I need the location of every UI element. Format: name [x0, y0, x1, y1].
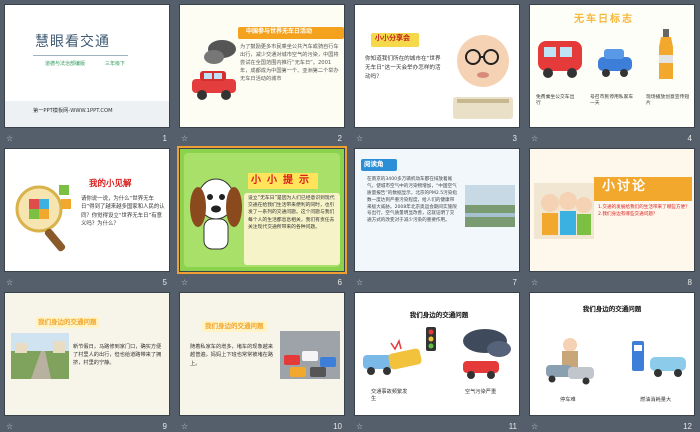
slide-5-header: 我的小见解 [89, 179, 132, 189]
slide-12-caption-2: 燃油消耗量大 [640, 397, 672, 403]
children-photo [534, 183, 594, 239]
traffic-jam-photo [280, 331, 340, 379]
slide-8-body: 1.交通的发展给我们的生活带来了哪些方便？2.我们身边有哪些交通问题？ [598, 205, 690, 217]
slide-5-canvas[interactable]: 我的小见解 请你说一说，为什么“世界无车日”得到了越来越多国家和人民的认同？你觉… [4, 148, 170, 272]
slide-7-body: 在南京的3400多万辆机动车都在排放着尾气，使城市空气中的污染物增加，“中国空气… [367, 177, 457, 224]
slide-thumbnail-3[interactable]: 小小分享会 你知道我们所在的城市在“世界无车日”这一天会举办怎样的活动吗？ ☆ … [350, 0, 525, 144]
slide-thumbnail-1[interactable]: 慧眼看交通 道德与法治部编版 三年级下 第一PPT模板网-WWW.1PPT.CO… [0, 0, 175, 144]
slide-6-body: 设立“无车日”是因为人们已经意识到现代交通在给我们生活带来便利的同时，也引发了一… [248, 196, 335, 230]
slide-7-canvas[interactable]: 阅读角 在南京的3400多万辆机动车都在排放着尾气，使城市空气中的污染物增加，“… [354, 148, 520, 272]
bus-illustration [538, 41, 582, 78]
slide-2-canvas[interactable]: 中国参与世界无车日活动 为了鼓励更多市民乘坐公共汽车或骑自行车出行，减少交通对城… [179, 4, 345, 128]
slide-12-star-icon: ☆ [531, 422, 539, 431]
slide-4-star-icon: ☆ [531, 134, 539, 143]
fuel-pump-car-illustration [632, 341, 686, 377]
slide-2-body: 为了鼓励更多市民乘坐公共汽车或骑自行车出行，减少交通对城市空气的污染，中国将尝试… [240, 44, 339, 83]
slide-1-title-underline [33, 55, 128, 56]
slide-1-star-icon: ☆ [6, 134, 14, 143]
slide-thumbnail-11[interactable]: 我们身边的交通问题 交通事故频繁发生 空气污染严重 ☆ 11 [350, 288, 525, 432]
village-road-photo [11, 333, 69, 379]
slide-thumbnail-4[interactable]: 无车日标志 免费乘坐公交车出行 号召市民停用私家车一天 现场播放创意宣传短片 ☆… [525, 0, 700, 144]
slide-8-header: 小讨论 [602, 179, 648, 194]
slide-1-canvas[interactable]: 慧眼看交通 道德与法治部编版 三年级下 第一PPT模板网-WWW.1PPT.CO… [4, 4, 170, 128]
slide-5-star-icon: ☆ [6, 278, 14, 287]
slide-3-number: 3 [512, 134, 517, 143]
slide-sorter-grid: 慧眼看交通 道德与法治部编版 三年级下 第一PPT模板网-WWW.1PPT.CO… [0, 0, 700, 431]
slide-thumbnail-7[interactable]: 阅读角 在南京的3400多万辆机动车都在排放着尾气，使城市空气中的污染物增加，“… [350, 144, 525, 288]
slide-9-number: 9 [162, 422, 167, 431]
slide-9-header: 我们身边的交通问题 [35, 317, 100, 328]
slide-12-canvas[interactable]: 我们身边的交通问题 停车难 燃油消耗量大 [529, 292, 695, 416]
slide-8-canvas[interactable]: 小讨论 1.交通的发展给我们的生活带来了哪些方便？2.我们身边有哪些交通问题？ [529, 148, 695, 272]
slide-12-title: 我们身边的交通问题 [582, 305, 642, 313]
slide-10-canvas[interactable]: 我们身边的交通问题 随着私家车的增多，堵车的现象越来越普遍，妈妈上下班也常常被堵… [179, 292, 345, 416]
parking-difficulty-illustration [546, 338, 594, 385]
slide-4-caption-3: 现场播放创意宣传短片 [646, 95, 690, 107]
slide-thumbnail-8[interactable]: 小讨论 1.交通的发展给我们的生活带来了哪些方便？2.我们身边有哪些交通问题？ … [525, 144, 700, 288]
slide-2-star-icon: ☆ [181, 134, 189, 143]
slide-11-caption-2: 空气污染严重 [465, 389, 497, 395]
slide-9-star-icon: ☆ [6, 422, 14, 431]
slide-6-header: 小小提示 [248, 173, 318, 189]
slide-6-canvas[interactable]: 小小提示 设立“无车日”是因为人们已经意识到现代交通在给我们生活带来便利的同时，… [177, 146, 347, 274]
slide-3-body: 你知道我们所在的城市在“世界无车日”这一天会举办怎样的活动吗？ [365, 56, 441, 80]
slide-11-title: 我们身边的交通问题 [409, 311, 469, 319]
slide-10-star-icon: ☆ [181, 422, 189, 431]
slide-5-body: 请你说一说，为什么“世界无车日”得到了越来越多国家和人民的认同？你觉得设立“世界… [81, 196, 165, 228]
car-accident-illustration [363, 338, 422, 375]
magnifier-puzzle-illustration [15, 185, 71, 252]
slide-1-subtitle-left: 道德与法治部编版 [45, 61, 86, 67]
slide-2-number: 2 [337, 134, 342, 143]
slide-10-header: 我们身边的交通问题 [202, 321, 267, 332]
slide-3-canvas[interactable]: 小小分享会 你知道我们所在的城市在“世界无车日”这一天会举办怎样的活动吗？ [354, 4, 520, 128]
slide-8-star-icon: ☆ [531, 278, 539, 287]
slide-3-header: 小小分享会 [375, 34, 410, 42]
slide-thumbnail-9[interactable]: 我们身边的交通问题 新节假日，马路修到家门口，确实方便了村里人的出行，但也给道路… [0, 288, 175, 432]
slide-9-body: 新节假日，马路修到家门口，确实方便了村里人的出行，但也给道路带来了拥挤，村里的宁… [73, 344, 162, 367]
slide-1-footer-text: 第一PPT模板网-WWW.1PPT.COM [33, 108, 113, 114]
slide-10-body: 随着私家车的增多，堵车的现象越来越普遍，妈妈上下班也常常被堵在路上。 [190, 344, 274, 367]
slide-4-header: 无车日标志 [574, 14, 634, 25]
baby-with-glasses-illustration [453, 35, 513, 119]
bottle-illustration [659, 29, 673, 79]
slide-4-caption-1: 免费乘坐公交车出行 [536, 95, 575, 107]
slide-5-number: 5 [162, 278, 167, 287]
slide-12-number: 12 [683, 422, 692, 431]
slide-4-canvas[interactable]: 无车日标志 免费乘坐公交车出行 号召市民停用私家车一天 现场播放创意宣传短片 [529, 4, 695, 128]
slide-thumbnail-10[interactable]: 我们身边的交通问题 随着私家车的增多，堵车的现象越来越普遍，妈妈上下班也常常被堵… [175, 288, 350, 432]
slide-7-header: 阅读角 [364, 160, 384, 168]
slide-6-star-icon: ☆ [181, 278, 189, 287]
slide-7-number: 7 [512, 278, 517, 287]
blue-car-illustration [598, 49, 632, 77]
slide-11-canvas[interactable]: 我们身边的交通问题 交通事故频繁发生 空气污染严重 [354, 292, 520, 416]
puppy-illustration [190, 178, 242, 250]
slide-12-caption-1: 停车难 [560, 397, 576, 403]
slide-10-number: 10 [333, 422, 342, 431]
slide-4-number: 4 [687, 134, 692, 143]
slide-thumbnail-5[interactable]: 我的小见解 请你说一说，为什么“世界无车日”得到了越来越多国家和人民的认同？你觉… [0, 144, 175, 288]
wetland-photo [465, 185, 515, 227]
smog-car-illustration [463, 329, 511, 379]
slide-2-header: 中国参与世界无车日活动 [246, 28, 313, 35]
slide-11-star-icon: ☆ [356, 422, 364, 431]
car-with-smoke-illustration [192, 40, 236, 100]
slide-1-subtitle-right: 三年级下 [105, 61, 126, 67]
slide-thumbnail-2[interactable]: 中国参与世界无车日活动 为了鼓励更多市民乘坐公共汽车或骑自行车出行，减少交通对城… [175, 0, 350, 144]
slide-thumbnail-6[interactable]: 小小提示 设立“无车日”是因为人们已经意识到现代交通在给我们生活带来便利的同时，… [175, 144, 350, 288]
slide-11-number: 11 [508, 422, 517, 431]
slide-3-star-icon: ☆ [356, 134, 364, 143]
slide-9-canvas[interactable]: 我们身边的交通问题 新节假日，马路修到家门口，确实方便了村里人的出行，但也给道路… [4, 292, 170, 416]
slide-7-star-icon: ☆ [356, 278, 364, 287]
slide-11-caption-1: 交通事故频繁发生 [371, 389, 408, 403]
slide-8-number: 8 [687, 278, 692, 287]
slide-1-number: 1 [162, 134, 167, 143]
slide-4-caption-2: 号召市民停用私家车一天 [590, 95, 634, 107]
slide-thumbnail-12[interactable]: 我们身边的交通问题 停车难 燃油消耗量大 ☆ 12 [525, 288, 700, 432]
slide-6-number: 6 [337, 278, 342, 287]
traffic-light-icon [426, 327, 436, 351]
slide-1-title: 慧眼看交通 [35, 34, 110, 50]
